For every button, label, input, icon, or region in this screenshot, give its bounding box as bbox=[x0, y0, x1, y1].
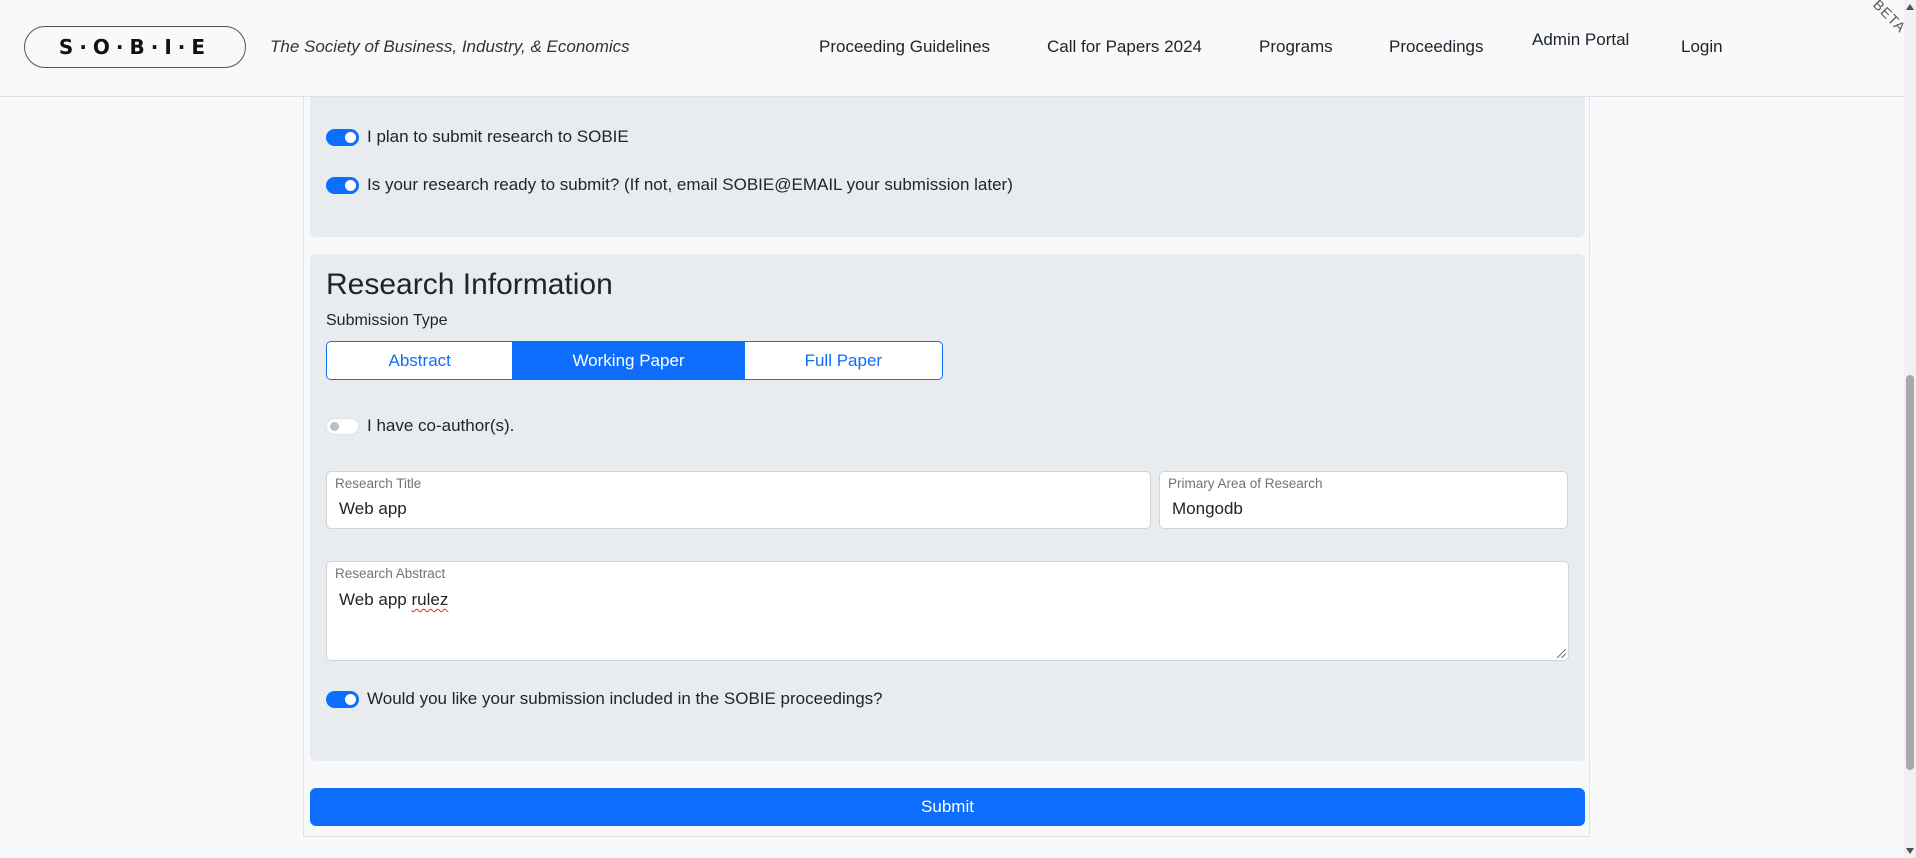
research-abstract-label: Research Abstract bbox=[335, 566, 446, 581]
textarea-resize-handle[interactable] bbox=[1557, 649, 1566, 658]
top-navbar: S·O·B·I·E The Society of Business, Indus… bbox=[0, 0, 1904, 97]
include-proceedings-switch[interactable] bbox=[326, 690, 359, 708]
submission-type-working-paper[interactable]: Working Paper bbox=[512, 342, 744, 379]
nav-login[interactable]: Login bbox=[1681, 37, 1723, 57]
sobie-logo-link[interactable]: S·O·B·I·E bbox=[24, 26, 246, 68]
page-scrollbar[interactable] bbox=[1904, 0, 1916, 858]
research-title-value: Web app bbox=[339, 499, 407, 518]
beta-ribbon: BETA bbox=[1844, 0, 1904, 60]
toggle-row-submit-research: I plan to submit research to SOBIE bbox=[326, 127, 629, 147]
submission-type-full-paper[interactable]: Full Paper bbox=[743, 342, 942, 379]
submission-form-container: I plan to submit research to SOBIE Is yo… bbox=[303, 97, 1590, 837]
toggle-row-include-proceedings: Would you like your submission included … bbox=[326, 689, 883, 709]
submission-type-label: Submission Type bbox=[326, 312, 448, 329]
submission-type-group: Abstract Working Paper Full Paper bbox=[326, 341, 943, 380]
site-tagline: The Society of Business, Industry, & Eco… bbox=[270, 37, 630, 56]
nav-call-for-papers[interactable]: Call for Papers 2024 bbox=[1047, 37, 1202, 57]
abstract-text: Web app bbox=[339, 590, 412, 609]
nav-proceedings[interactable]: Proceedings bbox=[1389, 37, 1484, 57]
scroll-up-arrow-icon[interactable] bbox=[1906, 4, 1914, 10]
nav-admin-portal[interactable]: Admin Portal bbox=[1532, 30, 1629, 50]
scrollbar-thumb[interactable] bbox=[1906, 375, 1914, 770]
research-title-label: Research Title bbox=[335, 476, 422, 491]
toggle-row-coauthors: I have co-author(s). bbox=[326, 416, 514, 436]
coauthors-switch[interactable] bbox=[326, 417, 359, 435]
submit-button[interactable]: Submit bbox=[310, 788, 1585, 826]
research-information-heading: Research Information bbox=[326, 268, 613, 301]
toggle-row-research-ready: Is your research ready to submit? (If no… bbox=[326, 175, 1013, 195]
nav-proceeding-guidelines[interactable]: Proceeding Guidelines bbox=[819, 37, 990, 57]
primary-area-label: Primary Area of Research bbox=[1168, 476, 1323, 491]
registration-options-card: I plan to submit research to SOBIE Is yo… bbox=[310, 97, 1585, 237]
include-proceedings-label: Would you like your submission included … bbox=[367, 689, 883, 708]
research-abstract-textarea[interactable]: Research Abstract Web app rulez bbox=[326, 561, 1569, 661]
abstract-misspelled-word: rulez bbox=[411, 590, 449, 609]
primary-area-value: Mongodb bbox=[1172, 499, 1243, 518]
research-information-card: Research Information Submission Type Abs… bbox=[310, 254, 1585, 761]
submission-type-abstract[interactable]: Abstract bbox=[327, 342, 512, 379]
nav-programs[interactable]: Programs bbox=[1259, 37, 1333, 57]
research-title-field[interactable]: Research Title Web app bbox=[326, 471, 1151, 529]
research-ready-switch[interactable] bbox=[326, 176, 359, 194]
beta-label: BETA bbox=[1870, 0, 1904, 36]
submit-research-label: I plan to submit research to SOBIE bbox=[367, 127, 629, 146]
submit-research-switch[interactable] bbox=[326, 128, 359, 146]
coauthors-label: I have co-author(s). bbox=[367, 416, 515, 435]
research-ready-label: Is your research ready to submit? (If no… bbox=[367, 175, 1013, 194]
scroll-down-arrow-icon[interactable] bbox=[1906, 848, 1914, 854]
research-abstract-value: Web app rulez bbox=[339, 590, 448, 610]
primary-area-field[interactable]: Primary Area of Research Mongodb bbox=[1159, 471, 1568, 529]
